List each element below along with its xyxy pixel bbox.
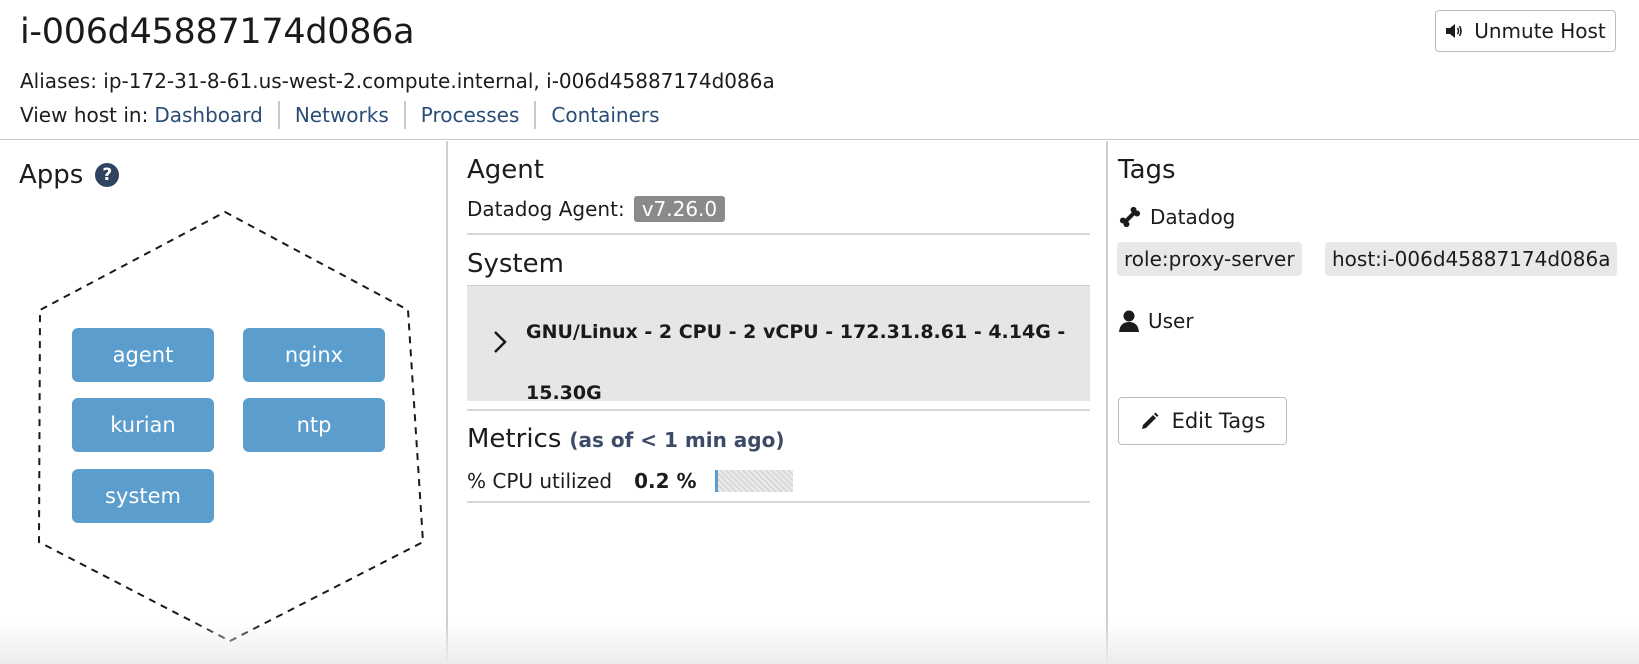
- edit-tags-label: Edit Tags: [1171, 409, 1266, 433]
- edit-tags-button[interactable]: Edit Tags: [1118, 397, 1287, 445]
- app-chip-system[interactable]: system: [72, 469, 214, 523]
- link-dashboard[interactable]: Dashboard: [154, 103, 263, 127]
- metrics-as-of: (as of < 1 min ago): [569, 428, 785, 452]
- metrics-section-title: Metrics (as of < 1 min ago): [467, 424, 785, 454]
- column-divider: [1106, 141, 1108, 664]
- chevron-right-icon[interactable]: [493, 330, 507, 354]
- agent-section-title: Agent: [467, 155, 544, 185]
- help-glyph: ?: [102, 165, 113, 185]
- column-divider: [446, 141, 448, 664]
- agent-version-row: Datadog Agent: v7.26.0: [467, 196, 726, 222]
- tag-group-label: User: [1148, 309, 1194, 333]
- system-info-text: GNU/Linux - 2 CPU - 2 vCPU - 172.31.8.61…: [526, 302, 1076, 424]
- link-separator: [277, 101, 280, 129]
- bottom-fade: [0, 622, 1639, 664]
- app-chip-agent[interactable]: agent: [72, 328, 214, 382]
- unmute-host-label: Unmute Host: [1474, 19, 1606, 43]
- link-separator: [403, 101, 406, 129]
- tag-group-datadog: Datadog: [1118, 205, 1235, 229]
- app-chip-ntp[interactable]: ntp: [243, 398, 385, 452]
- tag-group-label: Datadog: [1150, 205, 1236, 229]
- tag-chip[interactable]: host:i-006d45887174d086a: [1325, 242, 1618, 276]
- pencil-icon: [1141, 412, 1159, 429]
- link-networks[interactable]: Networks: [295, 103, 389, 127]
- app-chip-nginx[interactable]: nginx: [243, 328, 385, 382]
- bone-icon: [1119, 206, 1141, 228]
- host-aliases: Aliases: ip-172-31-8-61.us-west-2.comput…: [20, 69, 775, 93]
- cpu-metric-row: % CPU utilized 0.2 %: [467, 469, 793, 493]
- app-chip-kurian[interactable]: kurian: [72, 398, 214, 452]
- section-divider: [467, 501, 1090, 503]
- system-info-row[interactable]: GNU/Linux - 2 CPU - 2 vCPU - 172.31.8.61…: [467, 285, 1090, 404]
- tag-group-user: User: [1118, 309, 1194, 333]
- section-divider: [467, 409, 1090, 411]
- view-host-in-label: View host in:: [20, 103, 149, 127]
- cpu-label: % CPU utilized: [467, 469, 613, 493]
- host-title: i-006d45887174d086a: [20, 12, 415, 52]
- link-separator: [534, 101, 537, 129]
- unmute-host-button[interactable]: Unmute Host: [1435, 10, 1616, 52]
- system-info-line: 15.30G: [526, 382, 602, 404]
- speaker-icon: [1446, 24, 1463, 38]
- cpu-usage-bar: [714, 470, 793, 492]
- tag-chip[interactable]: role:proxy-server: [1117, 242, 1302, 276]
- user-icon: [1119, 310, 1139, 332]
- link-containers[interactable]: Containers: [551, 103, 659, 127]
- view-host-in-nav: View host in: Dashboard Networks Process…: [20, 101, 660, 129]
- link-processes[interactable]: Processes: [421, 103, 520, 127]
- help-icon[interactable]: ?: [95, 163, 120, 187]
- section-divider: [467, 233, 1090, 235]
- system-section-title: System: [467, 249, 564, 279]
- agent-version-badge: v7.26.0: [633, 196, 726, 222]
- apps-title-text: Apps: [19, 160, 84, 190]
- system-info-line: GNU/Linux - 2 CPU - 2 vCPU - 172.31.8.61…: [526, 321, 1066, 343]
- tags-section-title: Tags: [1118, 155, 1176, 185]
- cpu-value: 0.2 %: [634, 469, 697, 493]
- host-header: i-006d45887174d086a Aliases: ip-172-31-8…: [0, 0, 1639, 140]
- apps-section-title: Apps ?: [19, 160, 120, 190]
- metrics-title-text: Metrics: [467, 424, 562, 454]
- agent-label: Datadog Agent:: [467, 197, 625, 221]
